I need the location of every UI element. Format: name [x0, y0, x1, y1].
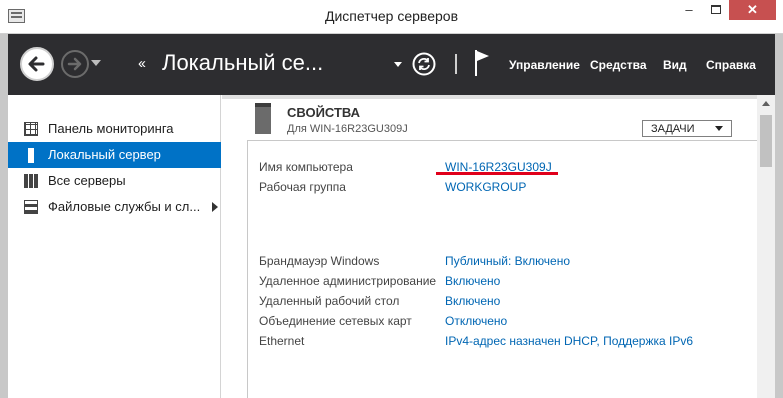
properties-panel: Имя компьютера WIN-16R23GU309J Рабочая г…	[247, 140, 759, 398]
computer-name-highlight-underline	[436, 172, 558, 175]
sidebar-item-label: Панель мониторинга	[48, 121, 174, 136]
back-button[interactable]	[20, 47, 54, 81]
sidebar-item-local-server[interactable]: Локальный сервер	[8, 142, 221, 168]
property-row-remote-management: Удаленное администрирование Включено	[259, 274, 754, 292]
workgroup-link[interactable]: WORKGROUP	[445, 180, 526, 194]
property-row-computer-name: Имя компьютера WIN-16R23GU309J	[259, 160, 754, 178]
breadcrumb-dropdown-icon[interactable]	[394, 62, 402, 67]
properties-title: СВОЙСТВА	[287, 105, 361, 120]
maximize-icon	[710, 5, 721, 14]
scroll-up-icon[interactable]	[757, 95, 775, 112]
breadcrumb-title: Локальный се...	[162, 50, 324, 75]
refresh-icon[interactable]	[412, 52, 436, 76]
ethernet-link[interactable]: IPv4-адрес назначен DHCP, Поддержка IPv6	[445, 334, 693, 348]
property-key: Рабочая группа	[259, 180, 346, 194]
properties-subtitle: Для WIN-16R23GU309J	[287, 123, 408, 135]
remote-management-link[interactable]: Включено	[445, 274, 500, 288]
breadcrumb-arrows[interactable]: ‹‹	[138, 55, 146, 72]
firewall-link[interactable]: Публичный: Включено	[445, 254, 570, 268]
forward-button[interactable]	[61, 50, 89, 78]
property-row-firewall: Брандмауэр Windows Публичный: Включено	[259, 254, 754, 272]
property-row-workgroup: Рабочая группа WORKGROUP	[259, 180, 754, 198]
servers-icon	[24, 174, 38, 188]
history-dropdown-icon[interactable]	[91, 60, 101, 66]
toolbar-separator	[455, 54, 457, 74]
tasks-dropdown[interactable]: ЗАДАЧИ	[642, 120, 732, 137]
property-key: Брандмауэр Windows	[259, 254, 380, 268]
property-key: Объединение сетевых карт	[259, 314, 412, 328]
sidebar-item-dashboard[interactable]: Панель мониторинга	[8, 116, 221, 142]
menu-help[interactable]: Справка	[706, 58, 756, 72]
sidebar-item-label: Все серверы	[48, 173, 126, 188]
file-services-icon	[24, 200, 38, 214]
window-right-border	[775, 34, 783, 398]
content-top-border	[222, 95, 775, 99]
menu-view[interactable]: Вид	[663, 58, 687, 72]
property-key: Ethernet	[259, 334, 305, 348]
property-key: Имя компьютера	[259, 160, 353, 174]
toolbar: ‹‹ Локальный се... Управление Средства В…	[8, 34, 775, 95]
maximize-button[interactable]	[702, 0, 729, 20]
notifications-flag-icon[interactable]	[472, 48, 492, 78]
window-left-border	[0, 34, 8, 398]
sidebar-item-file-services[interactable]: Файловые службы и сл...	[8, 194, 221, 220]
sidebar-item-all-servers[interactable]: Все серверы	[8, 168, 221, 194]
minimize-button[interactable]: –	[676, 0, 702, 20]
menu-tools[interactable]: Средства	[590, 58, 647, 72]
server-tile-icon	[255, 103, 271, 134]
sidebar-item-label: Файловые службы и сл...	[48, 199, 201, 214]
property-row-ethernet: Ethernet IPv4-адрес назначен DHCP, Подде…	[259, 334, 754, 352]
close-button[interactable]: ✕	[729, 0, 776, 20]
title-bar: Диспетчер серверов – ✕	[0, 0, 783, 34]
property-row-nic-teaming: Объединение сетевых карт Отключено	[259, 314, 754, 332]
dashboard-icon	[24, 122, 38, 136]
server-icon	[28, 148, 34, 163]
submenu-arrow-icon[interactable]	[212, 202, 218, 212]
scroll-thumb[interactable]	[760, 115, 772, 167]
window-title: Диспетчер серверов	[324, 8, 459, 24]
forward-arrow-icon	[67, 57, 82, 71]
property-key: Удаленное администрирование	[259, 274, 437, 288]
chevron-down-icon	[715, 126, 723, 131]
menu-manage[interactable]: Управление	[509, 58, 580, 72]
vertical-scrollbar[interactable]	[757, 95, 775, 398]
tasks-label: ЗАДАЧИ	[651, 123, 695, 135]
remote-desktop-link[interactable]: Включено	[445, 294, 500, 308]
property-key: Удаленный рабочий стол	[259, 294, 400, 308]
sidebar-item-label: Локальный сервер	[48, 147, 161, 162]
property-row-remote-desktop: Удаленный рабочий стол Включено	[259, 294, 754, 312]
main-content: СВОЙСТВА Для WIN-16R23GU309J ЗАДАЧИ Имя …	[222, 95, 775, 398]
nic-teaming-link[interactable]: Отключено	[445, 314, 507, 328]
back-arrow-icon	[28, 56, 45, 72]
sidebar: Панель мониторинга Локальный сервер Все …	[8, 95, 221, 398]
